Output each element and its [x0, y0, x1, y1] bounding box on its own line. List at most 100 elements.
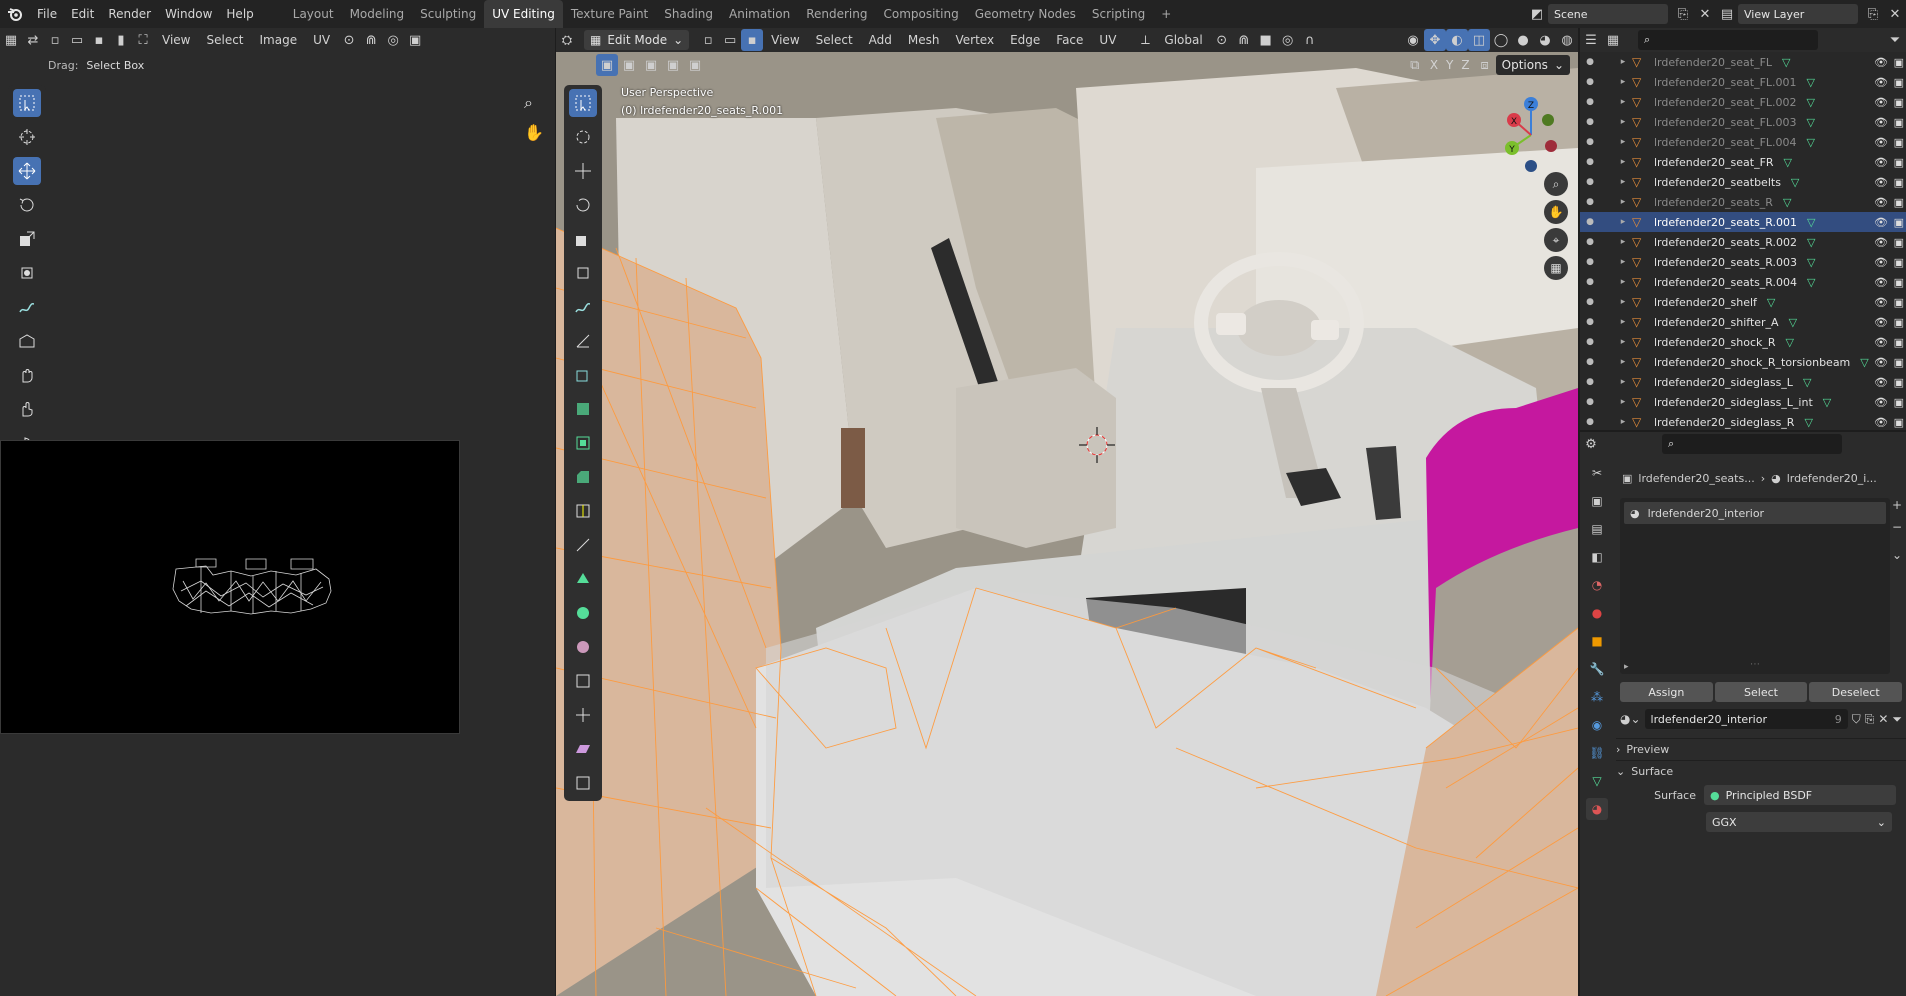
uv-menu-select[interactable]: Select: [198, 29, 251, 51]
select-mode-invert-icon[interactable]: ▣: [662, 54, 684, 76]
fake-user-icon[interactable]: ⛉: [1852, 712, 1861, 727]
checkbox-icon[interactable]: ●: [1580, 77, 1600, 87]
uv-pan-icon[interactable]: ✋: [524, 123, 544, 142]
extrude-tool[interactable]: [569, 395, 597, 423]
modifier-tab-icon[interactable]: 🔧: [1586, 658, 1608, 680]
outliner-item[interactable]: ● ▸ ▽ lrdefender20_seats_R.002 ▽ 👁 ▣: [1580, 232, 1906, 252]
expand-arrow-icon[interactable]: ▸: [1614, 57, 1632, 67]
expand-arrow-icon[interactable]: ▸: [1614, 137, 1632, 147]
unlink-material-icon[interactable]: ✕: [1878, 712, 1888, 726]
eye-icon[interactable]: 👁: [1874, 56, 1888, 69]
expand-arrow-icon[interactable]: ▸: [1614, 317, 1632, 327]
vp-menu-vertex[interactable]: Vertex: [948, 29, 1003, 51]
options-dropdown[interactable]: Options ⌄: [1495, 55, 1570, 75]
camera-icon[interactable]: ▣: [1894, 256, 1904, 269]
copy-scene-icon[interactable]: ⎘: [1672, 3, 1694, 25]
checkbox-icon[interactable]: ●: [1580, 257, 1600, 267]
spin-tool[interactable]: [569, 599, 597, 627]
list-resize-handle[interactable]: ⋯: [1750, 659, 1760, 670]
tab-geometry-nodes[interactable]: Geometry Nodes: [967, 0, 1084, 28]
eye-icon[interactable]: 👁: [1874, 276, 1888, 289]
camera-icon[interactable]: ▣: [1894, 96, 1904, 109]
proportional-icon[interactable]: ◎: [382, 29, 404, 51]
camera-icon[interactable]: ▣: [1894, 156, 1904, 169]
expand-arrow-icon[interactable]: ▸: [1614, 217, 1632, 227]
poly-build-tool[interactable]: [569, 565, 597, 593]
surface-panel-header[interactable]: ⌄ Surface: [1616, 760, 1906, 782]
copy-view-layer-icon[interactable]: ⎘: [1862, 3, 1884, 25]
editor-type-icon[interactable]: ⛭: [556, 29, 578, 51]
outliner-item[interactable]: ● ▸ ▽ lrdefender20_seat_FL.003 ▽ 👁 ▣: [1580, 112, 1906, 132]
checkbox-icon[interactable]: ●: [1580, 57, 1600, 67]
slot-add-icon[interactable]: +: [1892, 498, 1902, 512]
scene-selector[interactable]: Scene: [1548, 4, 1668, 24]
mirror-x-toggle[interactable]: X: [1426, 54, 1442, 76]
data-tab-icon[interactable]: ▽: [1586, 770, 1608, 792]
eye-icon[interactable]: 👁: [1874, 356, 1888, 369]
material-tab-icon[interactable]: ◕: [1586, 798, 1608, 820]
vertex-mode-icon[interactable]: ▫: [697, 29, 719, 51]
uv-menu-uv[interactable]: UV: [305, 29, 338, 51]
expand-arrow-icon[interactable]: ▸: [1614, 97, 1632, 107]
output-tab-icon[interactable]: ▤: [1586, 518, 1608, 540]
drag-select-dropdown[interactable]: Select Box: [86, 59, 144, 72]
scale-tool[interactable]: [569, 225, 597, 253]
auto-merge-icon[interactable]: ⧈: [1474, 54, 1496, 76]
tab-animation[interactable]: Animation: [721, 0, 798, 28]
measure-tool[interactable]: [569, 327, 597, 355]
menu-file[interactable]: File: [30, 0, 64, 28]
outliner-item[interactable]: ● ▸ ▽ lrdefender20_seat_FL ▽ 👁 ▣: [1580, 52, 1906, 72]
relax-tool[interactable]: [13, 395, 41, 423]
tab-modeling[interactable]: Modeling: [342, 0, 413, 28]
checkbox-icon[interactable]: ●: [1580, 177, 1600, 187]
outliner-item[interactable]: ● ▸ ▽ lrdefender20_seat_FL.001 ▽ 👁 ▣: [1580, 72, 1906, 92]
eye-icon[interactable]: 👁: [1874, 236, 1888, 249]
vp-menu-uv[interactable]: UV: [1091, 29, 1124, 51]
edge-slide-tool[interactable]: [569, 667, 597, 695]
falloff-icon[interactable]: ∩: [1299, 29, 1321, 51]
tab-uv-editing[interactable]: UV Editing: [484, 0, 563, 28]
outliner-item[interactable]: ● ▸ ▽ lrdefender20_sideglass_L_int ▽ 👁 ▣: [1580, 392, 1906, 412]
blender-logo-icon[interactable]: [0, 0, 30, 28]
tab-shading[interactable]: Shading: [656, 0, 721, 28]
menu-window[interactable]: Window: [158, 0, 219, 28]
checkbox-icon[interactable]: ●: [1580, 297, 1600, 307]
material-filter-icon[interactable]: ⏷: [1892, 712, 1902, 727]
outliner-item[interactable]: ● ▸ ▽ lrdefender20_seats_R.003 ▽ 👁 ▣: [1580, 252, 1906, 272]
physics-tab-icon[interactable]: ◉: [1586, 714, 1608, 736]
eye-icon[interactable]: 👁: [1874, 336, 1888, 349]
select-button[interactable]: Select: [1714, 682, 1808, 702]
outliner-item[interactable]: ● ▸ ▽ lrdefender20_seat_FR ▽ 👁 ▣: [1580, 152, 1906, 172]
knife-tool[interactable]: [569, 531, 597, 559]
surface-shader-field[interactable]: ● Principled BSDF: [1704, 785, 1896, 805]
eye-icon[interactable]: 👁: [1874, 376, 1888, 389]
camera-view-icon[interactable]: ⌖: [1544, 228, 1568, 252]
snap-icon[interactable]: ⋒: [360, 29, 382, 51]
close-view-layer-icon[interactable]: ✕: [1884, 3, 1906, 25]
checkbox-icon[interactable]: ●: [1580, 377, 1600, 387]
menu-render[interactable]: Render: [101, 0, 158, 28]
smooth-tool[interactable]: [569, 633, 597, 661]
outliner-item[interactable]: ● ▸ ▽ lrdefender20_shelf ▽ 👁 ▣: [1580, 292, 1906, 312]
cursor-tool[interactable]: [569, 123, 597, 151]
edge-mode-icon[interactable]: ▭: [719, 29, 741, 51]
move-tool[interactable]: [569, 157, 597, 185]
camera-icon[interactable]: ▣: [1894, 396, 1904, 409]
face-mode-icon[interactable]: ▪: [741, 29, 764, 51]
mirror-y-toggle[interactable]: Y: [1442, 54, 1457, 76]
tab-scripting[interactable]: Scripting: [1084, 0, 1153, 28]
vp-menu-view[interactable]: View: [763, 29, 807, 51]
expand-arrow-icon[interactable]: ▸: [1614, 377, 1632, 387]
camera-icon[interactable]: ▣: [1894, 136, 1904, 149]
expand-arrow-icon[interactable]: ▸: [1614, 337, 1632, 347]
eye-icon[interactable]: 👁: [1874, 136, 1888, 149]
vertex-select-icon[interactable]: ▫: [44, 29, 66, 51]
image-browse-icon[interactable]: ▣: [404, 29, 426, 51]
camera-icon[interactable]: ▣: [1894, 416, 1904, 429]
world-tab-icon[interactable]: ●: [1586, 602, 1608, 624]
rip-tool[interactable]: [13, 327, 41, 355]
shading-wire-icon[interactable]: ◯: [1490, 29, 1512, 51]
tool-tab-icon[interactable]: ✂: [1586, 462, 1608, 484]
checkbox-icon[interactable]: ●: [1580, 417, 1600, 427]
outliner-editor-type-icon[interactable]: ☰: [1580, 29, 1602, 51]
